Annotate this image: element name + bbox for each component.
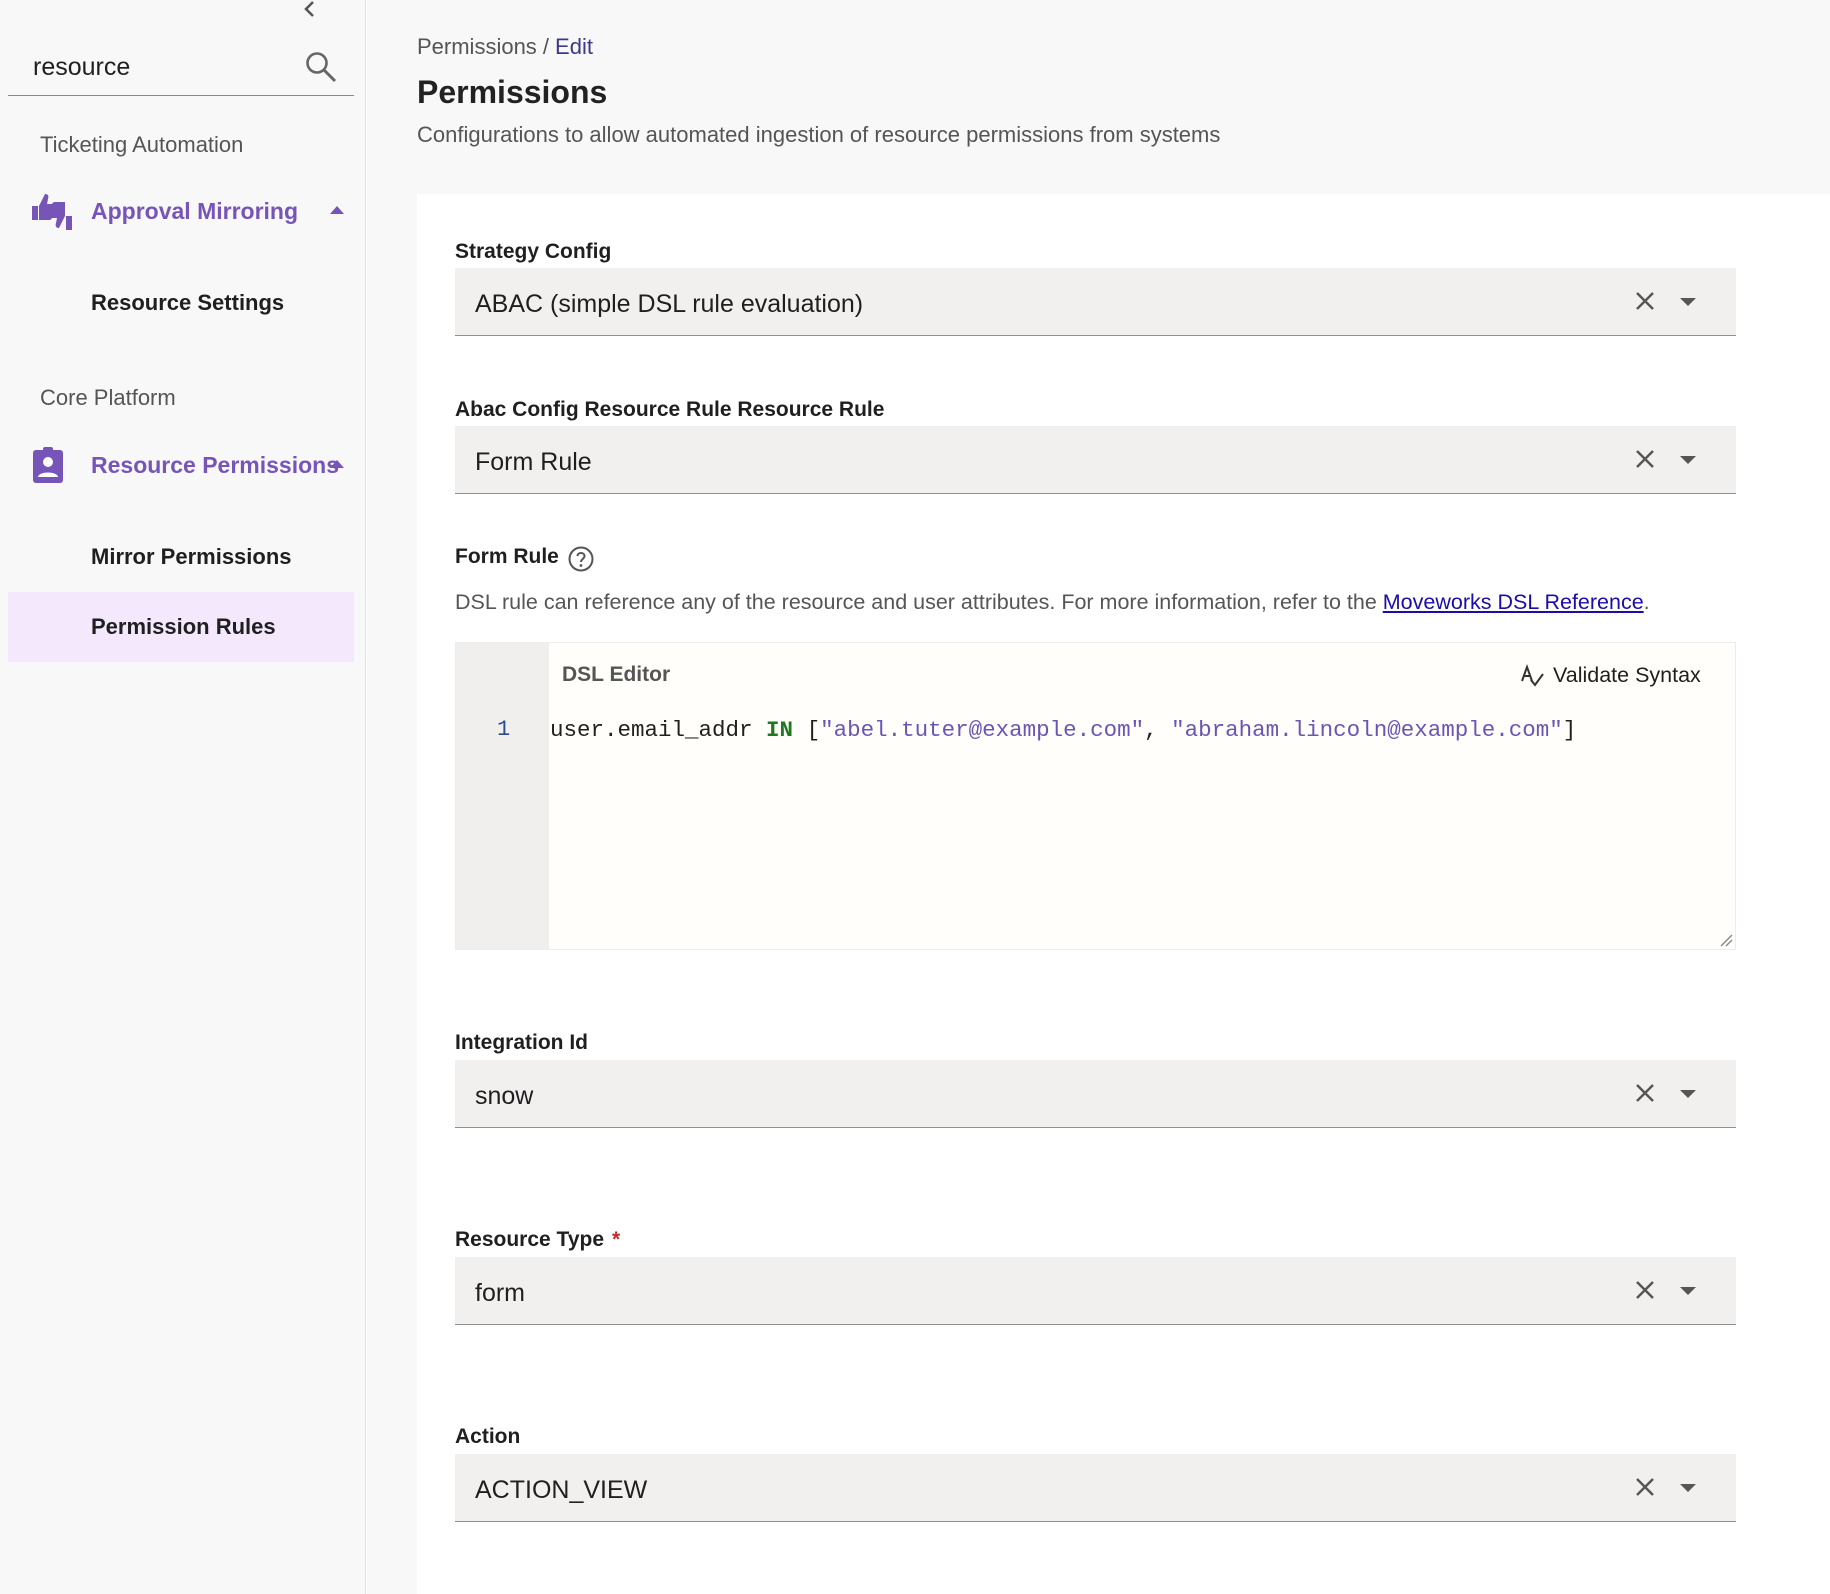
integration-id-select[interactable]: snow bbox=[455, 1060, 1736, 1128]
dropdown-arrow-icon[interactable] bbox=[1677, 450, 1699, 470]
section-title-core-platform: Core Platform bbox=[40, 385, 176, 410]
form-card: Strategy Config ABAC (simple DSL rule ev… bbox=[417, 194, 1830, 1594]
resource-type-label-text: Resource Type bbox=[455, 1228, 604, 1251]
clear-icon[interactable] bbox=[1632, 1474, 1658, 1500]
dsl-editor-title: DSL Editor bbox=[562, 663, 671, 686]
search-input[interactable] bbox=[33, 50, 293, 84]
resource-type-select[interactable]: form bbox=[455, 1257, 1736, 1325]
select-value: ACTION_VIEW bbox=[475, 1476, 648, 1504]
app-root: Ticketing Automation Approval Mirroring … bbox=[0, 0, 1830, 1594]
help-icon[interactable] bbox=[567, 545, 595, 573]
clear-icon[interactable] bbox=[1632, 288, 1658, 314]
code-separator: , bbox=[1144, 717, 1172, 743]
clear-icon[interactable] bbox=[1632, 1277, 1658, 1303]
resource-rule-label: Abac Config Resource Rule Resource Rule bbox=[455, 398, 885, 421]
main-content: Permissions / Edit Permissions Configurat… bbox=[367, 0, 1830, 1594]
caret-up-icon bbox=[330, 206, 344, 214]
sidebar-item-resource-permissions[interactable]: Resource Permissions bbox=[30, 440, 350, 490]
select-value: Form Rule bbox=[475, 448, 592, 476]
sidebar-item-label: Resource Settings bbox=[91, 290, 285, 315]
chevron-left-icon bbox=[304, 1, 314, 17]
dropdown-arrow-icon[interactable] bbox=[1677, 1084, 1699, 1104]
code-string: "abraham.lincoln@example.com" bbox=[1171, 717, 1563, 743]
line-number-gutter: 1 bbox=[456, 643, 549, 949]
dropdown-arrow-icon[interactable] bbox=[1677, 292, 1699, 312]
select-value: snow bbox=[475, 1082, 534, 1110]
dropdown-arrow-icon[interactable] bbox=[1677, 1281, 1699, 1301]
page-title: Permissions bbox=[417, 74, 608, 110]
sidebar-item-label: Approval Mirroring bbox=[91, 198, 299, 224]
strategy-config-select[interactable]: ABAC (simple DSL rule evaluation) bbox=[455, 268, 1736, 336]
sidebar-item-label: Resource Permissions bbox=[91, 452, 340, 478]
spellcheck-icon bbox=[1521, 664, 1544, 687]
dsl-reference-link[interactable]: Moveworks DSL Reference bbox=[1383, 590, 1644, 614]
clear-icon[interactable] bbox=[1632, 446, 1658, 472]
sidebar-item-mirror-permissions[interactable]: Mirror Permissions bbox=[8, 522, 354, 592]
code-identifier: user.email_addr bbox=[550, 717, 767, 743]
resource-rule-select[interactable]: Form Rule bbox=[455, 426, 1736, 494]
sidebar-item-permission-rules[interactable]: Permission Rules bbox=[8, 592, 354, 662]
sidebar: Ticketing Automation Approval Mirroring … bbox=[0, 0, 366, 1594]
breadcrumb-current[interactable]: Edit bbox=[555, 34, 593, 59]
page-description: Configurations to allow automated ingest… bbox=[417, 122, 1221, 147]
required-mark: * bbox=[612, 1228, 621, 1251]
action-select[interactable]: ACTION_VIEW bbox=[455, 1454, 1736, 1522]
resize-handle-icon[interactable] bbox=[1719, 933, 1733, 947]
select-value: form bbox=[475, 1279, 525, 1307]
integration-id-label: Integration Id bbox=[455, 1031, 588, 1054]
collapse-sidebar-button[interactable] bbox=[296, 0, 324, 24]
dsl-editor[interactable]: 1 DSL Editor Validate Syntax user.email_… bbox=[455, 642, 1736, 950]
form-rule-hint: DSL rule can reference any of the resour… bbox=[455, 590, 1650, 615]
breadcrumb-root[interactable]: Permissions / bbox=[417, 34, 549, 59]
code-bracket-open: [ bbox=[793, 717, 821, 743]
hint-end: . bbox=[1643, 590, 1650, 614]
sidebar-item-approval-mirroring[interactable]: Approval Mirroring bbox=[30, 186, 350, 236]
search-icon[interactable] bbox=[304, 50, 338, 84]
assignment-ind-icon bbox=[33, 447, 63, 483]
form-rule-label: Form Rule bbox=[455, 545, 559, 568]
clear-icon[interactable] bbox=[1632, 1080, 1658, 1106]
caret-up-icon bbox=[330, 460, 344, 468]
dropdown-arrow-icon[interactable] bbox=[1677, 1478, 1699, 1498]
validate-syntax-label: Validate Syntax bbox=[1553, 663, 1701, 687]
resource-type-label: Resource Type * bbox=[455, 1228, 620, 1252]
select-value: ABAC (simple DSL rule evaluation) bbox=[475, 290, 864, 318]
action-label: Action bbox=[455, 1425, 521, 1448]
thumbs-up-down-icon bbox=[32, 194, 72, 230]
code-string: "abel.tuter@example.com" bbox=[820, 717, 1145, 743]
line-number: 1 bbox=[497, 717, 511, 742]
code-bracket-close: ] bbox=[1562, 717, 1577, 743]
sidebar-item-label: Permission Rules bbox=[91, 614, 276, 639]
sidebar-search bbox=[8, 44, 354, 96]
sidebar-item-resource-settings[interactable]: Resource Settings bbox=[8, 268, 354, 338]
code-line[interactable]: user.email_addr IN ["abel.tuter@example.… bbox=[550, 717, 1576, 743]
hint-text: DSL rule can reference any of the resour… bbox=[455, 590, 1377, 614]
code-keyword: IN bbox=[766, 717, 794, 743]
breadcrumb: Permissions / Edit bbox=[417, 34, 593, 60]
section-title-ticketing-automation: Ticketing Automation bbox=[40, 132, 244, 157]
sidebar-item-label: Mirror Permissions bbox=[91, 544, 292, 569]
strategy-config-label: Strategy Config bbox=[455, 240, 612, 263]
